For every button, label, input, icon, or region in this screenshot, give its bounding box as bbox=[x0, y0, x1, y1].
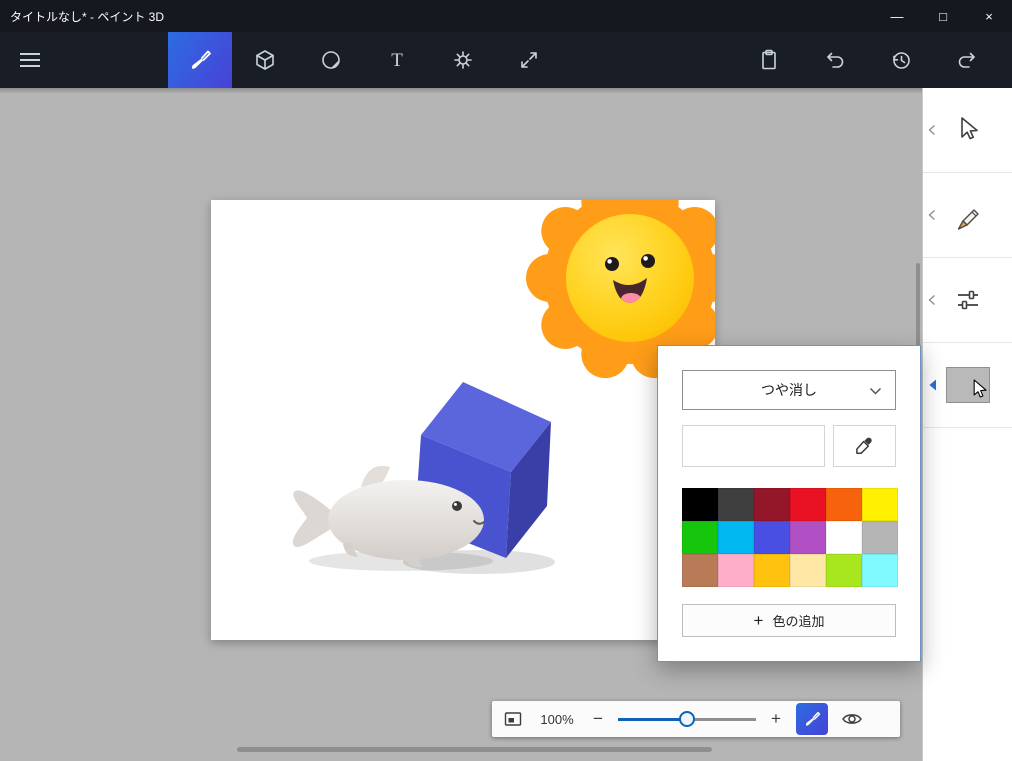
slider-thumb[interactable] bbox=[679, 711, 695, 727]
sticker-icon bbox=[322, 51, 340, 69]
tool-stickers[interactable] bbox=[298, 32, 364, 88]
history-button[interactable] bbox=[868, 32, 934, 88]
paste-icon bbox=[762, 49, 776, 70]
eyedropper-button[interactable] bbox=[832, 425, 896, 467]
current-color-preview bbox=[682, 425, 825, 467]
redo-icon bbox=[958, 52, 975, 68]
brush-icon bbox=[191, 50, 211, 69]
select-arrow-icon bbox=[960, 117, 978, 140]
palette-cell[interactable] bbox=[790, 521, 826, 554]
palette-cell[interactable] bbox=[862, 521, 898, 554]
palette-cell[interactable] bbox=[754, 521, 790, 554]
add-color-button[interactable]: + 色の追加 bbox=[682, 604, 896, 637]
finish-dropdown-value: つや消し bbox=[761, 382, 817, 398]
palette-cell[interactable] bbox=[790, 554, 826, 587]
color-palette bbox=[682, 488, 898, 587]
palette-cell[interactable] bbox=[682, 521, 718, 554]
sidebar-item-adjust[interactable] bbox=[923, 258, 1012, 343]
undo-button[interactable] bbox=[802, 32, 868, 88]
palette-cell[interactable] bbox=[682, 554, 718, 587]
tool-text[interactable]: T bbox=[364, 32, 430, 88]
palette-cell[interactable] bbox=[826, 488, 862, 521]
sidebar bbox=[922, 88, 1012, 761]
flyout-arrow-active-icon[interactable] bbox=[928, 379, 937, 392]
finish-dropdown[interactable]: つや消し bbox=[682, 370, 896, 410]
redo-button[interactable] bbox=[934, 32, 1000, 88]
undo-icon bbox=[827, 52, 844, 68]
history-icon bbox=[893, 52, 910, 69]
sidebar-item-select[interactable] bbox=[923, 88, 1012, 173]
paste-button[interactable] bbox=[736, 32, 802, 88]
color-flyout: つや消し + 色の追加 bbox=[657, 345, 921, 662]
palette-cell[interactable] bbox=[826, 554, 862, 587]
palette-cell[interactable] bbox=[754, 488, 790, 521]
paint3d-window: タイトルなし* - ペイント 3D — □ × T つや消し + 色の追加 10… bbox=[0, 0, 1012, 761]
palette-cell[interactable] bbox=[862, 488, 898, 521]
sliders-icon bbox=[957, 290, 978, 310]
tool-brush[interactable] bbox=[168, 32, 232, 88]
3d-scene bbox=[292, 169, 742, 574]
menu-button[interactable] bbox=[16, 32, 56, 88]
pencil-icon bbox=[957, 209, 979, 230]
palette-cell[interactable] bbox=[682, 488, 718, 521]
slider-fill bbox=[618, 718, 687, 721]
zoom-out-button[interactable]: − bbox=[591, 709, 605, 729]
horizontal-scrollbar[interactable] bbox=[237, 747, 712, 752]
action-strip bbox=[736, 32, 1000, 88]
svg-text:T: T bbox=[391, 50, 403, 71]
zoom-in-button[interactable]: + bbox=[769, 709, 783, 729]
palette-cell[interactable] bbox=[754, 554, 790, 587]
minimize-button[interactable]: — bbox=[874, 0, 920, 32]
text-icon: T bbox=[391, 50, 403, 71]
maximize-button[interactable]: □ bbox=[920, 0, 966, 32]
titlebar: タイトルなし* - ペイント 3D — □ × bbox=[0, 0, 1012, 32]
close-button[interactable]: × bbox=[966, 0, 1012, 32]
plus-icon: + bbox=[753, 610, 764, 630]
window-title: タイトルなし* - ペイント 3D bbox=[10, 9, 165, 24]
color-swatch[interactable] bbox=[945, 367, 990, 403]
flyout-arrow-icon[interactable] bbox=[928, 209, 936, 221]
zoom-level: 100% bbox=[540, 711, 574, 727]
palette-cell[interactable] bbox=[718, 521, 754, 554]
window-controls: — □ × bbox=[874, 0, 1012, 32]
tool-canvas[interactable] bbox=[496, 32, 562, 88]
add-color-label: 色の追加 bbox=[772, 614, 825, 629]
palette-cell[interactable] bbox=[826, 521, 862, 554]
drawing-canvas[interactable] bbox=[211, 169, 742, 640]
effects-icon bbox=[454, 51, 472, 69]
fit-screen-button[interactable] bbox=[503, 709, 523, 729]
sidebar-item-pencil[interactable] bbox=[923, 173, 1012, 258]
eye-button[interactable] bbox=[841, 708, 863, 730]
flyout-arrow-icon[interactable] bbox=[928, 124, 936, 136]
active-tool-button[interactable] bbox=[796, 703, 828, 735]
expand-icon bbox=[521, 52, 537, 68]
palette-cell[interactable] bbox=[790, 488, 826, 521]
zoom-bar: 100% − + bbox=[492, 701, 900, 737]
tool-effects[interactable] bbox=[430, 32, 496, 88]
chevron-down-icon bbox=[869, 387, 882, 395]
cube-icon bbox=[256, 50, 274, 70]
brush-icon bbox=[805, 711, 821, 726]
tool-3d-shapes[interactable] bbox=[232, 32, 298, 88]
palette-cell[interactable] bbox=[718, 554, 754, 587]
eyedropper-icon bbox=[856, 437, 872, 455]
palette-cell[interactable] bbox=[862, 554, 898, 587]
menu-icon bbox=[20, 53, 40, 55]
tool-strip: T bbox=[168, 32, 562, 88]
flyout-arrow-icon[interactable] bbox=[928, 294, 936, 306]
sidebar-item-color[interactable] bbox=[923, 343, 1012, 428]
palette-cell[interactable] bbox=[718, 488, 754, 521]
zoom-slider[interactable] bbox=[618, 709, 756, 729]
current-color-row bbox=[682, 425, 896, 467]
toolbar: T bbox=[0, 32, 1012, 88]
